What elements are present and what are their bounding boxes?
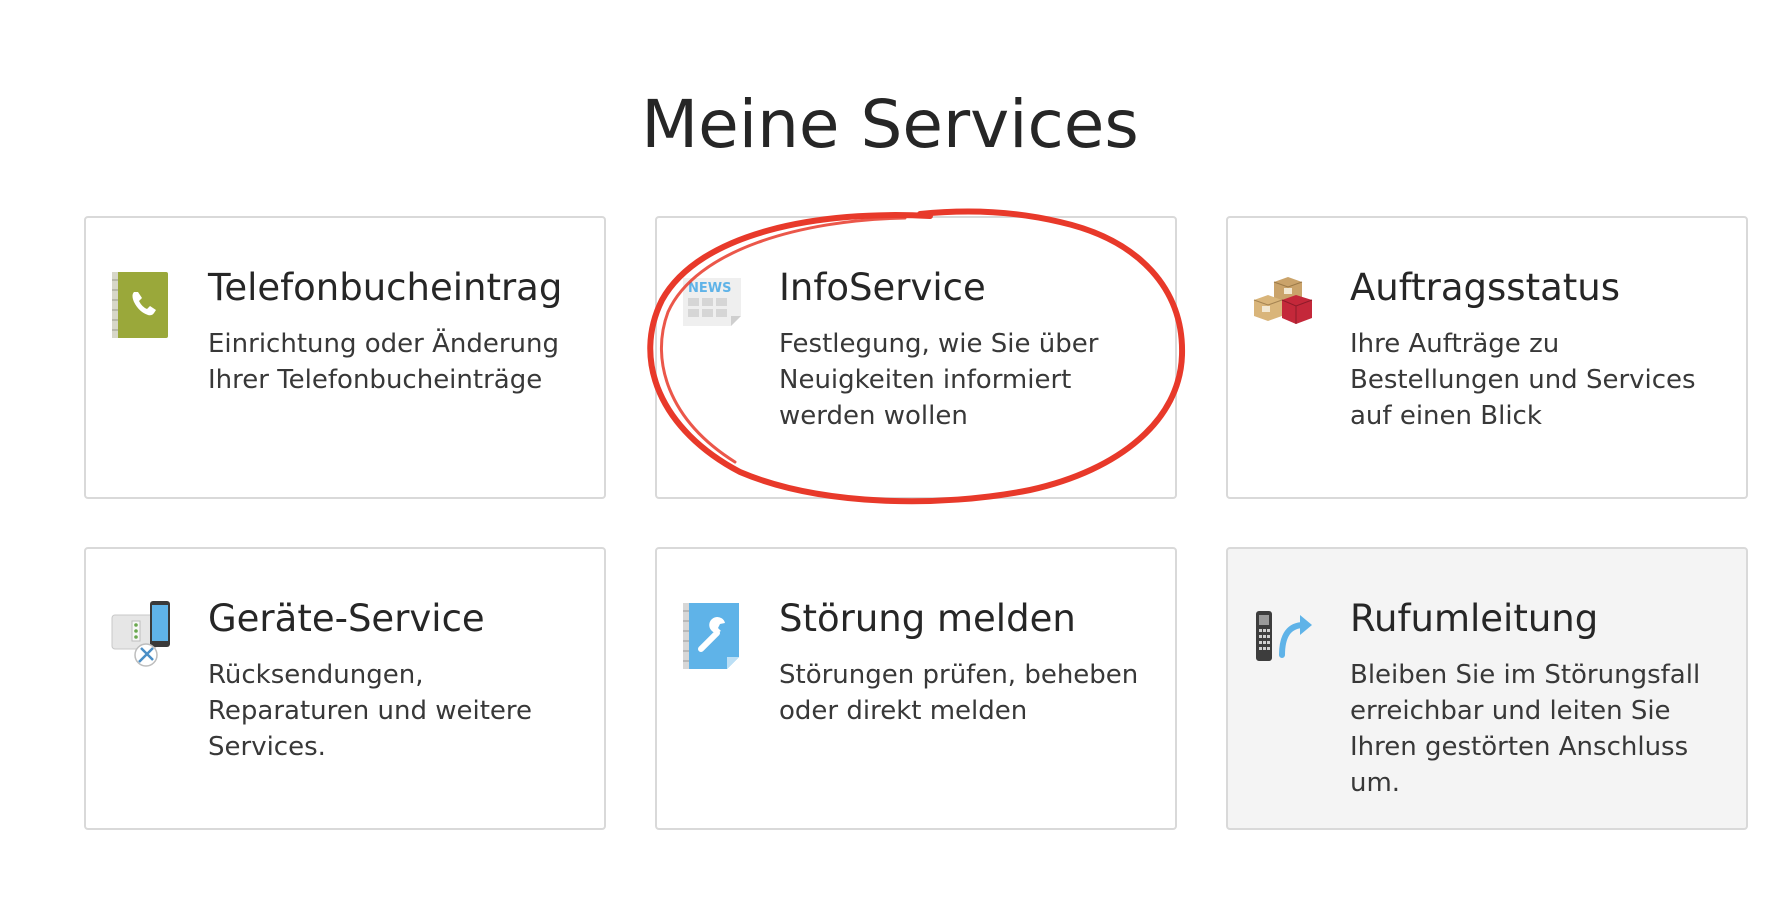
service-card-description: Störungen prüfen, beheben oder direkt me… bbox=[779, 660, 1139, 726]
service-card-title: Auftragsstatus bbox=[1350, 266, 1620, 309]
service-card-description: Einrichtung oder Änderung Ihrer Telefonb… bbox=[208, 329, 560, 395]
service-card-infoservice[interactable]: NEWS InfoService Festlegung, wie Sie übe… bbox=[655, 216, 1177, 499]
service-card-description: Bleiben Sie im Störungsfall erreichbar u… bbox=[1350, 660, 1701, 798]
device-service-icon bbox=[110, 599, 172, 671]
call-forward-icon bbox=[1252, 599, 1314, 671]
service-card-rufumleitung[interactable]: Rufumleitung Bleiben Sie im Störungsfall… bbox=[1226, 547, 1748, 830]
services-grid: Telefonbucheintrag Einrichtung oder Ände… bbox=[84, 216, 1748, 830]
service-card-title: Rufumleitung bbox=[1350, 597, 1599, 640]
service-card-description: Ihre Aufträge zu Bestellungen und Servic… bbox=[1350, 329, 1696, 431]
phonebook-icon bbox=[110, 268, 172, 340]
service-card-stoerung-melden[interactable]: Störung melden Störungen prüfen, beheben… bbox=[655, 547, 1177, 830]
service-card-title: InfoService bbox=[779, 266, 986, 309]
news-icon-label: NEWS bbox=[688, 281, 731, 296]
service-card-geraete-service[interactable]: Geräte-Service Rücksendungen, Reparature… bbox=[84, 547, 606, 830]
service-card-telefonbucheintrag[interactable]: Telefonbucheintrag Einrichtung oder Ände… bbox=[84, 216, 606, 499]
packages-icon bbox=[1252, 268, 1314, 340]
service-card-title: Telefonbucheintrag bbox=[208, 266, 563, 309]
service-card-auftragsstatus[interactable]: Auftragsstatus Ihre Aufträge zu Bestellu… bbox=[1226, 216, 1748, 499]
service-card-description: Rücksendungen, Reparaturen und weitere S… bbox=[208, 660, 532, 762]
service-card-title: Geräte-Service bbox=[208, 597, 485, 640]
page-title: Meine Services bbox=[641, 86, 1139, 163]
wrench-document-icon bbox=[681, 599, 743, 671]
service-card-title: Störung melden bbox=[779, 597, 1076, 640]
news-icon: NEWS bbox=[681, 268, 743, 340]
service-card-description: Festlegung, wie Sie über Neuigkeiten inf… bbox=[779, 329, 1099, 431]
